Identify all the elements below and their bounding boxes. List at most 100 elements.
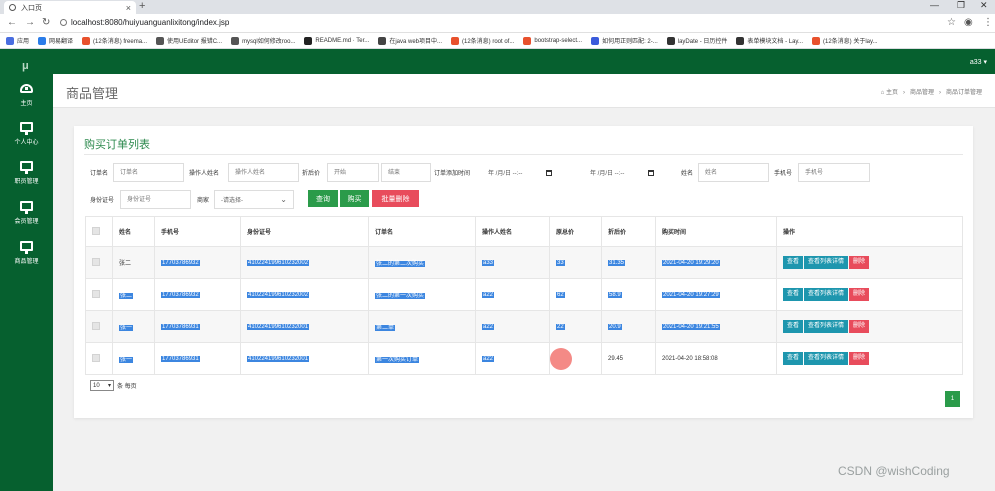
shop-select-value: -请选择- [221,198,243,204]
sidebar-item-profile[interactable]: 个人中心 [0,122,53,146]
bookmark-item[interactable]: 在java web项目中... [378,36,442,45]
cell-id-text: 410224199610232001 [247,323,310,330]
sidebar-item-home[interactable]: 主页 [0,84,53,107]
maximize-icon[interactable]: ❐ [957,0,965,11]
select-all-checkbox[interactable] [92,226,100,235]
cell-phone-text: 17703786932 [161,291,200,298]
back-icon[interactable]: ← [7,17,17,28]
view-detail-button[interactable]: 查看列表详情 [804,256,849,269]
bookmark-item[interactable]: (12条消息) freema... [82,36,147,45]
calendar-icon[interactable] [648,169,655,176]
sidebar-item-goods[interactable]: 商品管理 [0,241,53,265]
cell-disc-text: 31.35 [608,259,626,266]
discount-start-input[interactable] [327,163,379,182]
bookmark-item[interactable]: README.md · Ter... [304,36,369,45]
order-name-input[interactable] [113,163,184,182]
cell-purchase-time: 2021-04-20 19:21:55 [655,310,777,343]
col-purchase-time[interactable]: 购买时间 [655,216,777,247]
row-checkbox[interactable] [92,257,100,266]
menu-dots-icon[interactable]: ⋮ [983,17,993,28]
browser-tab[interactable]: 入口页 × [4,1,136,14]
batch-delete-button[interactable]: 批量删除 [372,190,419,207]
col-discount-price[interactable]: 折后价 [601,216,656,247]
col-name[interactable]: 姓名 [112,216,155,247]
name-input[interactable] [698,163,769,182]
breadcrumb-home[interactable]: 主页 [886,90,898,96]
page-size-control: 10 ▾ 条 每页 [90,380,137,391]
view-button[interactable]: 查看 [783,288,804,301]
breadcrumb-goods[interactable]: 商品管理 [910,90,934,96]
url-text: localhost:8080/huiyuanguanlixitong/index… [71,18,230,27]
shop-select[interactable]: -请选择- ⌄ [214,190,294,209]
panel-title: 购买订单列表 [84,139,150,151]
bookmark-item[interactable]: 使用UEditor 报错C... [156,36,222,45]
col-order-name[interactable]: 订单名 [368,216,476,247]
col-id-number[interactable]: 身份证号 [240,216,369,247]
sidebar-item-members[interactable]: 会员管理 [0,201,53,225]
page-size-select[interactable]: 10 ▾ [90,380,114,391]
delete-button[interactable]: 删除 [849,320,870,333]
bookmark-item[interactable]: 网易翻译 [38,36,73,45]
view-detail-button[interactable]: 查看列表详情 [804,288,849,301]
bookmark-item[interactable]: (12条消息) root of... [451,36,514,45]
page-size-suffix: 条 每页 [117,384,137,390]
search-button[interactable]: 查询 [308,190,338,207]
row-checkbox[interactable] [92,321,100,330]
sidebar-item-staff[interactable]: 职员管理 [0,161,53,185]
discount-end-input[interactable] [381,163,431,182]
view-button[interactable]: 查看 [783,320,804,333]
bookmark-item[interactable]: 如何用正则匹配: 2-... [591,36,658,45]
bookmark-star-icon[interactable]: ☆ [947,17,956,28]
col-operator[interactable]: 操作人姓名 [475,216,550,247]
bookmark-item[interactable]: bootstrap-select... [523,36,582,45]
bookmark-item[interactable]: 应用 [6,36,29,45]
row-checkbox[interactable] [92,289,100,298]
cell-original-price: 33 [549,246,602,279]
date-end-input[interactable]: 年 /月/日 --:-- [590,163,655,182]
operator-input[interactable] [228,163,299,182]
col-phone[interactable]: 手机号 [154,216,241,247]
minimize-icon[interactable]: — [930,0,939,10]
cell-disc-text: 20.9 [608,323,622,330]
view-detail-button[interactable]: 查看列表详情 [804,320,849,333]
pagination-page-1[interactable]: 1 [945,391,960,407]
row-checkbox[interactable] [92,353,100,362]
bookmark-favicon-icon [451,36,459,45]
bookmark-item[interactable]: layDate - 日历控件 [666,36,727,45]
col-actions: 操作 [776,216,963,247]
bookmark-item[interactable]: mysql如何修改roo... [231,36,295,45]
url-field[interactable]: localhost:8080/huiyuanguanlixitong/index… [60,18,229,27]
delete-button[interactable]: 删除 [849,352,870,365]
close-window-icon[interactable]: ✕ [980,0,988,11]
sidebar-item-label: 会员管理 [14,219,39,225]
bookmark-item[interactable]: (12条消息) 关于lay... [811,36,878,45]
view-button[interactable]: 查看 [783,256,804,269]
close-tab-icon[interactable]: × [126,3,131,13]
delete-button[interactable]: 删除 [849,288,870,301]
user-menu[interactable]: a33 ▾ [970,58,987,66]
calendar-icon[interactable] [546,169,553,176]
cell-discount-price: 29.45 [601,342,656,375]
new-tab-button[interactable]: + [139,0,145,12]
cell-actions: 查看 查看列表详情 删除 [776,246,963,279]
bookmark-label: mysql如何修改roo... [242,39,296,45]
cell-original-price: 62 [549,278,602,311]
buy-button[interactable]: 购买 [340,190,369,207]
profile-icon[interactable]: ◉ [964,17,973,28]
view-detail-button[interactable]: 查看列表详情 [804,352,849,365]
col-original-price[interactable]: 原总价 [549,216,602,247]
bookmark-favicon-icon [304,36,313,45]
phone-input[interactable] [798,163,870,182]
delete-button[interactable]: 删除 [849,256,870,269]
address-bar-row: ← → ↻ localhost:8080/huiyuanguanlixitong… [0,14,995,33]
id-number-input[interactable] [120,190,191,209]
reload-icon[interactable]: ↻ [42,17,50,28]
chevron-down-icon: ⌄ [280,195,287,204]
date-start-input[interactable]: 年 /月/日 --:-- [488,163,553,182]
row-select-cell [85,342,113,375]
bookmark-item[interactable]: 表单模块文档 - Lay... [736,36,803,45]
monitor-icon [20,161,33,174]
forward-icon[interactable]: → [25,17,35,28]
view-button[interactable]: 查看 [783,352,804,365]
select-all-cell [85,216,113,247]
